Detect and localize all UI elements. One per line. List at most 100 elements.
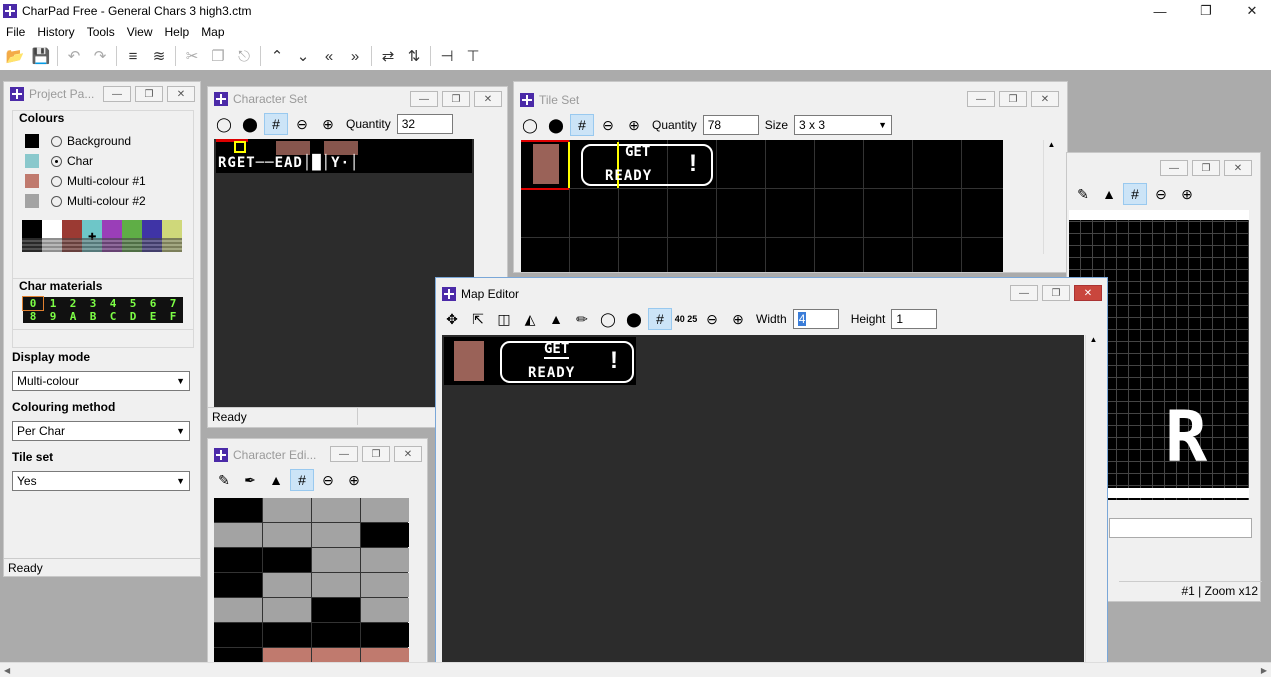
- display-mode-select[interactable]: Multi-colour ▼: [12, 371, 190, 391]
- zoom-out-icon[interactable]: ⊖: [316, 469, 340, 491]
- material-cell[interactable]: 4: [103, 297, 123, 310]
- move-left-icon[interactable]: «: [316, 44, 342, 68]
- restore-window-button[interactable]: ❐: [1042, 285, 1070, 301]
- maximize-icon[interactable]: ❐: [1183, 0, 1229, 22]
- grid-icon[interactable]: #: [290, 469, 314, 491]
- glasses-outline-icon[interactable]: ◯: [596, 308, 620, 330]
- radio-button[interactable]: [51, 135, 62, 147]
- map-scrollbar[interactable]: ▲: [1085, 335, 1101, 663]
- flip-vertical-icon[interactable]: ⇅: [401, 44, 427, 68]
- material-cell[interactable]: 9: [43, 310, 63, 323]
- minimize-window-button[interactable]: —: [410, 91, 438, 107]
- colour-option-multi-2[interactable]: Multi-colour #2: [25, 191, 146, 211]
- paste-icon[interactable]: ⎋: [231, 44, 257, 68]
- zoom-out-icon[interactable]: ⊖: [596, 114, 620, 136]
- copy-icon[interactable]: ❐: [205, 44, 231, 68]
- colour-option-multi-1[interactable]: Multi-colour #1: [25, 171, 146, 191]
- stamp-icon[interactable]: ◫: [492, 308, 516, 330]
- tile-set-select[interactable]: Yes ▼: [12, 471, 190, 491]
- screen-size-icon[interactable]: 40 25: [674, 308, 698, 330]
- zoom-in-icon[interactable]: ⊕: [316, 113, 340, 135]
- menu-file[interactable]: File: [0, 25, 31, 39]
- grid-icon[interactable]: #: [264, 113, 288, 135]
- height-input[interactable]: 1: [891, 309, 938, 329]
- zoom-in-icon[interactable]: ⊕: [622, 114, 646, 136]
- material-cell[interactable]: F: [163, 310, 183, 323]
- radio-button[interactable]: [51, 195, 62, 207]
- zoom-in-icon[interactable]: ⊕: [726, 308, 750, 330]
- restore-window-button[interactable]: ❐: [1192, 160, 1220, 176]
- grid-icon[interactable]: #: [648, 308, 672, 330]
- close-window-button[interactable]: ✕: [474, 91, 502, 107]
- menu-tools[interactable]: Tools: [81, 25, 121, 39]
- map-tile-row[interactable]: GET READY !: [444, 337, 636, 385]
- mirror-horizontal-icon[interactable]: ⊣: [434, 44, 460, 68]
- pen-plus-icon[interactable]: ✒: [238, 469, 262, 491]
- scroll-right-icon[interactable]: ▶: [1261, 666, 1267, 675]
- width-input[interactable]: 4: [792, 309, 839, 329]
- map-canvas[interactable]: GET READY !: [442, 335, 1084, 663]
- zoom-out-icon[interactable]: ⊖: [1149, 183, 1173, 205]
- minimize-window-button[interactable]: —: [967, 91, 995, 107]
- glasses-outline-icon[interactable]: ◯: [518, 114, 542, 136]
- save-icon[interactable]: 💾: [28, 44, 54, 68]
- close-window-button[interactable]: ✕: [1074, 285, 1102, 301]
- scroll-up-icon[interactable]: ▲: [1044, 140, 1059, 149]
- tile-set-scrollbar[interactable]: ▲: [1043, 140, 1059, 254]
- restore-window-button[interactable]: ❐: [999, 91, 1027, 107]
- redo-icon[interactable]: ↷: [87, 44, 113, 68]
- eyedropper-icon[interactable]: ✏: [570, 308, 594, 330]
- glasses-filled-icon[interactable]: ⬤: [622, 308, 646, 330]
- colour-option-background[interactable]: Background: [25, 131, 146, 151]
- material-cell[interactable]: C: [103, 310, 123, 323]
- close-icon[interactable]: ✕: [1229, 0, 1271, 22]
- material-cell[interactable]: 1: [43, 297, 63, 310]
- material-cell[interactable]: 3: [83, 297, 103, 310]
- mirror-vertical-icon[interactable]: ⊤: [460, 44, 486, 68]
- minimize-window-button[interactable]: —: [1010, 285, 1038, 301]
- select-icon[interactable]: ⇱: [466, 308, 490, 330]
- grid-icon[interactable]: #: [1123, 183, 1147, 205]
- move-cross-icon[interactable]: ✥: [440, 308, 464, 330]
- zigzag-lines-icon[interactable]: ≋: [146, 44, 172, 68]
- material-cell[interactable]: B: [83, 310, 103, 323]
- colour-option-char[interactable]: Char: [25, 151, 146, 171]
- radio-button-selected[interactable]: [51, 155, 62, 167]
- material-cell[interactable]: E: [143, 310, 163, 323]
- restore-window-button[interactable]: ❐: [362, 446, 390, 462]
- flip-horizontal-icon[interactable]: ⇄: [375, 44, 401, 68]
- zoom-in-icon[interactable]: ⊕: [342, 469, 366, 491]
- material-cell[interactable]: 6: [143, 297, 163, 310]
- horizontal-scrollbar[interactable]: ◀ ▶: [0, 662, 1271, 677]
- char-strip[interactable]: RGET──EAD│█│Y·│: [216, 139, 472, 173]
- minimize-window-button[interactable]: —: [103, 86, 131, 102]
- material-cell[interactable]: D: [123, 310, 143, 323]
- fill-bucket-icon[interactable]: ▲: [264, 469, 288, 491]
- zoom-out-icon[interactable]: ⊖: [700, 308, 724, 330]
- restore-window-button[interactable]: ❐: [442, 91, 470, 107]
- scroll-left-icon[interactable]: ◀: [4, 666, 10, 675]
- char-materials-grid[interactable]: 0 1 2 3 4 5 6 7 8 9 A B C D E F: [22, 296, 183, 323]
- pen-plus-icon[interactable]: ✎: [1071, 183, 1095, 205]
- material-cell[interactable]: 5: [123, 297, 143, 310]
- minimize-window-button[interactable]: —: [330, 446, 358, 462]
- radio-button[interactable]: [51, 175, 62, 187]
- glasses-outline-icon[interactable]: ◯: [212, 113, 236, 135]
- open-folder-icon[interactable]: 📂: [2, 44, 28, 68]
- close-window-button[interactable]: ✕: [167, 86, 195, 102]
- lines-icon[interactable]: ≡: [120, 44, 146, 68]
- quantity-input[interactable]: 78: [702, 115, 759, 135]
- menu-map[interactable]: Map: [195, 25, 230, 39]
- minimize-window-button[interactable]: —: [1160, 160, 1188, 176]
- undo-icon[interactable]: ↶: [61, 44, 87, 68]
- menu-help[interactable]: Help: [159, 25, 196, 39]
- colouring-method-select[interactable]: Per Char ▼: [12, 421, 190, 441]
- material-cell[interactable]: 2: [63, 297, 83, 310]
- glasses-filled-icon[interactable]: ⬤: [238, 113, 262, 135]
- tile-editor-field[interactable]: [1109, 518, 1252, 538]
- scroll-up-icon[interactable]: ▲: [1086, 335, 1101, 344]
- fill-bucket-icon[interactable]: ▲: [544, 308, 568, 330]
- move-up-icon[interactable]: ⌃: [264, 44, 290, 68]
- zoom-out-icon[interactable]: ⊖: [290, 113, 314, 135]
- menu-view[interactable]: View: [121, 25, 159, 39]
